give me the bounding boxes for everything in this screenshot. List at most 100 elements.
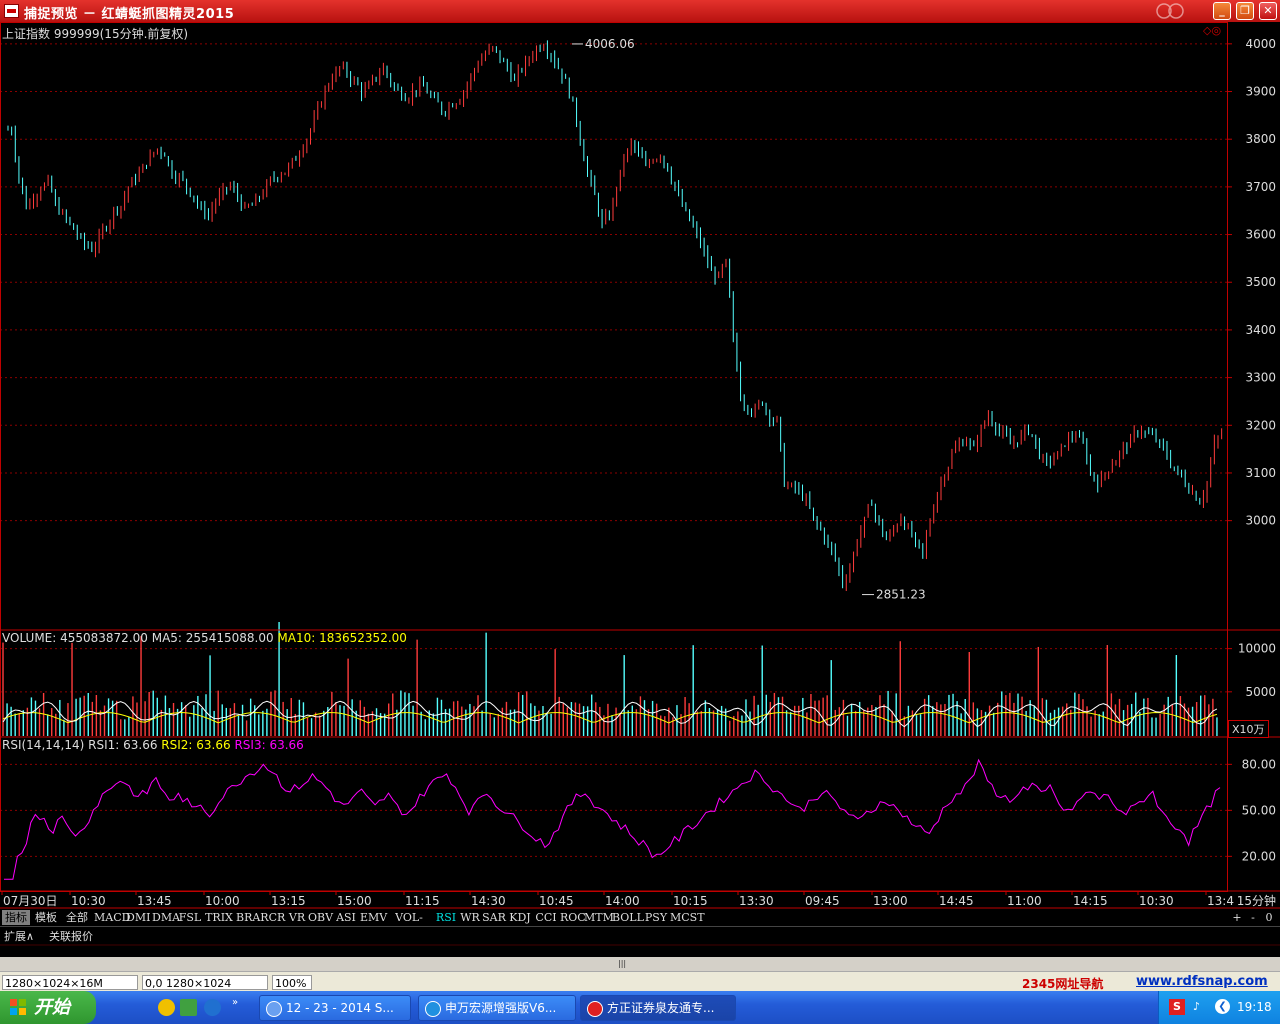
- windows-flag-icon: [10, 999, 26, 1015]
- task-icon-2: [425, 1001, 441, 1017]
- indicator-tab-row: 指标 模板 全部 MACD DMI DMA FSL TRIX BRAR CR VR OBV ASI EMV…: [0, 909, 1280, 939]
- price-tick-label: 3200: [1245, 418, 1276, 432]
- title-decoration: [1156, 3, 1184, 19]
- tab-trix[interactable]: TRIX: [204, 910, 234, 925]
- time-tick-label: 15:00: [337, 894, 372, 908]
- volume-icon[interactable]: ♪: [1193, 1000, 1200, 1013]
- time-tick-label: 10:45: [539, 894, 574, 908]
- nav-link-2345[interactable]: 2345网址导航: [1022, 975, 1103, 992]
- status-position: 0,0 1280×1024: [142, 975, 268, 990]
- taskbar: 开始 » 12 - 23 - 2014 S... 申万宏源增强版V6... 方正…: [0, 991, 1280, 1024]
- status-zoom: 100%: [272, 975, 312, 990]
- tab-fsl[interactable]: FSL: [178, 910, 202, 925]
- tab-boll[interactable]: BOLL: [612, 910, 644, 925]
- quicklaunch-icon-2[interactable]: [180, 999, 197, 1016]
- task-item-3[interactable]: 方正证券泉友通专...: [580, 995, 736, 1021]
- rsi-tick-label: 80.00: [1242, 757, 1276, 771]
- tab-cr[interactable]: CR: [268, 910, 286, 925]
- tab-mtm[interactable]: MTM: [584, 910, 614, 925]
- time-tick-label: 11:15: [405, 894, 440, 908]
- time-tick-label: 13:30: [739, 894, 774, 908]
- scroll-thumb-icon[interactable]: |||: [618, 959, 626, 969]
- tab-mcst[interactable]: MCST: [670, 910, 705, 925]
- price-tick-label: 3500: [1245, 275, 1276, 289]
- lower-strip: [0, 943, 1280, 957]
- quicklaunch-icon-3[interactable]: [204, 999, 221, 1016]
- quicklaunch-icon-1[interactable]: [158, 999, 175, 1016]
- rdfsnap-link[interactable]: www.rdfsnap.com: [1136, 974, 1268, 989]
- price-tick-label: 3600: [1245, 228, 1276, 242]
- volume-header: VOLUME: 455083872.00 MA5: 255415088.00 M…: [2, 631, 407, 645]
- time-tick-label: 09:45: [805, 894, 840, 908]
- window-titlebar[interactable]: 捕捉预览 － 红蜻蜓抓图精灵2015 _ ❐ ✕: [0, 0, 1280, 22]
- tab-kdj[interactable]: KDJ: [508, 910, 532, 925]
- maximize-icon[interactable]: ❐: [1236, 2, 1254, 20]
- rsi2-value: RSI2: 63.66: [161, 738, 231, 752]
- tab-emv[interactable]: EMV: [360, 910, 387, 925]
- tray-arrow-icon[interactable]: ❮: [1215, 999, 1230, 1014]
- tab-control-2[interactable]: 0: [1262, 910, 1276, 925]
- tab-wr[interactable]: WR: [460, 910, 480, 925]
- time-tick-label: 10:30: [1139, 894, 1174, 908]
- tab-control-0[interactable]: +: [1230, 910, 1244, 925]
- related-quotes-button[interactable]: 关联报价: [49, 928, 93, 944]
- more-icon[interactable]: »: [232, 997, 238, 1008]
- status-dimensions: 1280×1024×16M: [2, 975, 138, 990]
- expand-button[interactable]: 扩展∧: [4, 928, 34, 944]
- task-item-1[interactable]: 12 - 23 - 2014 S...: [259, 995, 411, 1021]
- time-tick-label: 07月30日: [3, 894, 58, 908]
- diamond-icon[interactable]: ◇◎: [1203, 24, 1221, 37]
- time-tick-label: 14:15: [1073, 894, 1108, 908]
- tab-macd[interactable]: MACD: [94, 910, 130, 925]
- rsi-tick-label: 50.00: [1242, 803, 1276, 817]
- high-annotation: 4006.06: [585, 37, 635, 51]
- rsi-header: RSI(14,14,14) RSI1: 63.66 RSI2: 63.66 RS…: [2, 738, 304, 752]
- tab-cci[interactable]: CCI: [534, 910, 558, 925]
- task-icon-1: [266, 1001, 282, 1017]
- window-title: 捕捉预览 － 红蜻蜓抓图精灵2015: [24, 7, 235, 22]
- tab-全部[interactable]: 全部: [62, 910, 92, 925]
- tab-obv[interactable]: OBV: [308, 910, 333, 925]
- rsi-line: [4, 758, 1221, 880]
- ma10-value: MA10: 183652352.00: [277, 631, 407, 645]
- stock-chart-area[interactable]: 4006.06 2851.23 3000 3100 3200 3300 3400 3500 3…: [0, 22, 1280, 932]
- task-label-3: 方正证券泉友通专...: [607, 1001, 715, 1015]
- time-tick-label: 11:00: [1007, 894, 1042, 908]
- task-item-2[interactable]: 申万宏源增强版V6...: [418, 995, 576, 1021]
- tab-rsi[interactable]: RSI: [434, 910, 458, 925]
- task-icon-3: [587, 1001, 603, 1017]
- system-tray: S ♪ ❮ 19:18: [1158, 991, 1280, 1024]
- price-tick-label: 3700: [1245, 180, 1276, 194]
- time-tick-label: 13:4: [1207, 894, 1234, 908]
- price-tick-label: 3000: [1245, 514, 1276, 528]
- symbol-header: 上证指数 999999(15分钟.前复权): [2, 27, 189, 41]
- tab-psy[interactable]: PSY: [644, 910, 668, 925]
- volume-unit: X10万: [1228, 720, 1269, 738]
- period-label: 15分钟: [1237, 893, 1276, 908]
- low-annotation: 2851.23: [876, 588, 926, 602]
- time-tick-label: 14:00: [605, 894, 640, 908]
- close-icon[interactable]: ✕: [1259, 2, 1277, 20]
- input-method-icon[interactable]: S: [1169, 999, 1185, 1015]
- start-label: 开始: [34, 997, 70, 1018]
- volume-value: VOLUME: 455083872.00: [2, 631, 148, 645]
- tab-指标[interactable]: 指标: [2, 910, 30, 925]
- tab-vr[interactable]: VR: [288, 910, 306, 925]
- clock: 19:18: [1237, 1000, 1272, 1014]
- horizontal-scrollbar[interactable]: |||: [0, 957, 1280, 971]
- price-tick-label: 3300: [1245, 371, 1276, 385]
- tab-dma[interactable]: DMA: [152, 910, 180, 925]
- minimize-icon[interactable]: _: [1213, 2, 1231, 20]
- start-button[interactable]: 开始: [0, 991, 96, 1024]
- tab-sar[interactable]: SAR: [482, 910, 506, 925]
- ma5-value: MA5: 255415088.00: [151, 631, 274, 645]
- tab-control-1[interactable]: -: [1246, 910, 1260, 925]
- stock-chart[interactable]: 4006.06 2851.23 3000 3100 3200 3300 3400 3500 3…: [0, 22, 1280, 909]
- tab-vol-tdx[interactable]: VOL-TDX: [386, 910, 432, 939]
- tab-模板[interactable]: 模板: [32, 910, 60, 925]
- tab-brar[interactable]: BRAR: [236, 910, 269, 925]
- tab-asi[interactable]: ASI: [334, 910, 358, 925]
- tab-roc[interactable]: ROC: [560, 910, 586, 925]
- tab-dmi[interactable]: DMI: [126, 910, 150, 925]
- price-tick-label: 3400: [1245, 323, 1276, 337]
